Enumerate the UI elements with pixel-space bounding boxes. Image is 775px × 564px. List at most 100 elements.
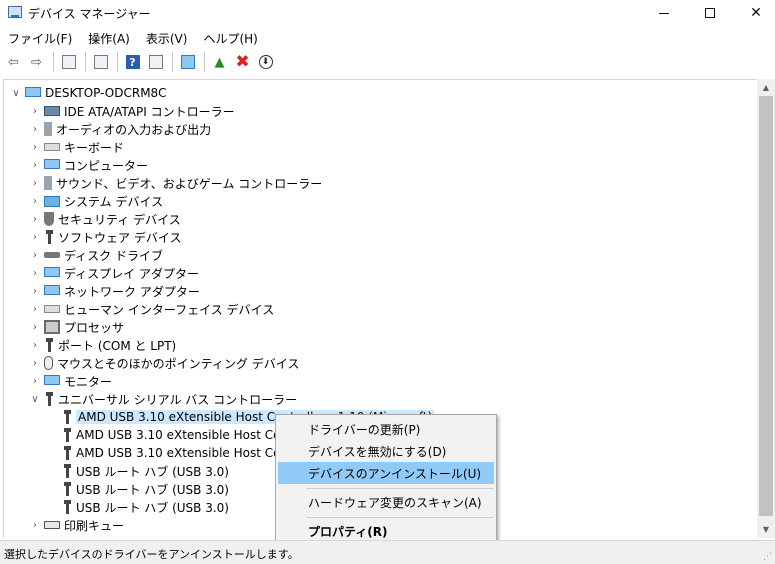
uninstall-button[interactable]: ✖	[232, 51, 253, 73]
back-button[interactable]: ⇦	[3, 51, 24, 73]
toolbar-separator	[172, 52, 173, 72]
tree-category-hid[interactable]: › ヒューマン インターフェイス デバイス	[28, 300, 274, 318]
ctx-item-label: デバイスを無効にする(D)	[308, 444, 447, 459]
ctx-item-label: デバイスのアンインストール(U)	[308, 466, 482, 481]
security-device-icon	[44, 212, 54, 226]
tree-category-system[interactable]: › システム デバイス	[28, 192, 163, 210]
expand-icon[interactable]: ›	[28, 376, 42, 387]
monitor-icon	[44, 374, 60, 385]
scroll-down-button[interactable]: ▼	[757, 521, 775, 538]
expand-icon[interactable]: ›	[28, 232, 42, 243]
tree-item-label: キーボード	[64, 140, 125, 155]
menu-help[interactable]: ヘルプ(H)	[195, 28, 265, 48]
tree-item-label: サウンド、ビデオ、およびゲーム コントローラー	[56, 176, 323, 191]
tree-category-display[interactable]: › ディスプレイ アダプター	[28, 264, 199, 282]
close-button[interactable]: ✕	[733, 0, 775, 26]
tree-category-computer[interactable]: › コンピューター	[28, 156, 148, 174]
expand-icon[interactable]: ›	[28, 178, 42, 189]
tree-item-label: セキュリティ デバイス	[58, 212, 181, 227]
minimize-button[interactable]	[641, 0, 687, 26]
expand-icon[interactable]: ›	[28, 160, 42, 171]
menu-file[interactable]: ファイル(F)	[0, 28, 80, 48]
expand-icon[interactable]: ›	[28, 286, 42, 297]
view-icon	[148, 55, 163, 69]
forward-button[interactable]: ⇨	[26, 51, 47, 73]
expand-icon[interactable]: ›	[28, 142, 42, 153]
expand-icon[interactable]: ›	[28, 250, 42, 261]
ctx-properties[interactable]: プロパティ(R)	[278, 520, 494, 542]
tree-device-usb-hub-1[interactable]: USB ルート ハブ (USB 3.0)	[60, 462, 229, 480]
tree-device-usb-hub-3[interactable]: USB ルート ハブ (USB 3.0)	[60, 498, 229, 516]
ctx-separator	[306, 517, 494, 518]
tree-category-port[interactable]: › ポート (COM と LPT)	[28, 336, 176, 354]
ctx-disable-device[interactable]: デバイスを無効にする(D)	[278, 440, 494, 462]
system-device-icon	[44, 195, 60, 207]
resize-grip-icon[interactable]: ⋰	[763, 552, 773, 562]
expand-icon[interactable]: ›	[28, 124, 42, 135]
scan-hardware-button[interactable]	[177, 51, 198, 73]
maximize-button[interactable]	[687, 0, 733, 26]
back-icon: ⇦	[8, 54, 19, 70]
collapse-icon[interactable]: ∨	[9, 88, 23, 99]
scroll-up-button[interactable]: ▲	[757, 79, 775, 96]
tree-item-label: モニター	[64, 374, 113, 389]
port-icon	[44, 338, 54, 352]
tree-category-usb[interactable]: ∨ ユニバーサル シリアル バス コントローラー	[28, 390, 297, 408]
tree-category-processor[interactable]: › プロセッサ	[28, 318, 124, 336]
tree-category-mouse[interactable]: › マウスとそのほかのポインティング デバイス	[28, 354, 299, 372]
tree-item-label: コンピューター	[64, 158, 149, 173]
status-bar: 選択したデバイスのドライバーをアンインストールします。 ⋰	[0, 540, 775, 564]
update-driver-button[interactable]: ▲	[209, 51, 230, 73]
expand-icon[interactable]: ›	[28, 106, 42, 117]
minimize-icon	[659, 12, 669, 14]
expand-icon[interactable]: ›	[28, 340, 42, 351]
tree-category-ide[interactable]: › IDE ATA/ATAPI コントローラー	[28, 102, 235, 120]
ctx-uninstall-device[interactable]: デバイスのアンインストール(U)	[278, 462, 494, 484]
details-button[interactable]	[90, 51, 111, 73]
expand-icon[interactable]: ›	[28, 358, 42, 369]
tree-item-label: ヒューマン インターフェイス デバイス	[64, 302, 275, 317]
network-adapter-icon	[44, 284, 60, 295]
collapse-icon[interactable]: ∨	[28, 394, 42, 405]
menu-view[interactable]: 表示(V)	[138, 28, 196, 48]
tree-item-label: USB ルート ハブ (USB 3.0)	[76, 482, 229, 497]
expand-icon[interactable]: ›	[28, 520, 42, 531]
details-icon	[93, 55, 108, 69]
tree-root[interactable]: ∨ DESKTOP-ODCRM8C	[9, 84, 166, 102]
tree-category-print-queue[interactable]: › 印刷キュー	[28, 516, 124, 534]
tree-category-audio-io[interactable]: › オーディオの入力および出力	[28, 120, 211, 138]
usb-icon	[62, 482, 72, 496]
scroll-thumb[interactable]	[759, 96, 773, 516]
tree-category-monitor[interactable]: › モニター	[28, 372, 112, 390]
context-menu: ドライバーの更新(P) デバイスを無効にする(D) デバイスのアンインストール(…	[275, 414, 497, 546]
help-button[interactable]: ?	[122, 51, 143, 73]
display-adapter-icon	[44, 266, 60, 277]
uninstall-icon: ✖	[235, 52, 250, 72]
tree-category-network[interactable]: › ネットワーク アダプター	[28, 282, 200, 300]
view-button[interactable]	[145, 51, 166, 73]
tree-category-keyboard[interactable]: › キーボード	[28, 138, 124, 156]
menu-action[interactable]: 操作(A)	[80, 28, 138, 48]
tree-device-usb-hub-2[interactable]: USB ルート ハブ (USB 3.0)	[60, 480, 229, 498]
vertical-scrollbar[interactable]: ▲ ▼	[757, 79, 775, 538]
expand-icon[interactable]: ›	[28, 268, 42, 279]
expand-icon[interactable]: ›	[28, 304, 42, 315]
mouse-icon	[44, 356, 53, 370]
expand-icon[interactable]: ›	[28, 322, 42, 333]
sound-icon	[44, 176, 52, 190]
expand-icon[interactable]: ›	[28, 214, 42, 225]
tree-category-disk[interactable]: › ディスク ドライブ	[28, 246, 163, 264]
tree-category-software[interactable]: › ソフトウェア デバイス	[28, 228, 181, 246]
computer-icon	[25, 86, 41, 97]
disk-drive-icon	[44, 252, 60, 258]
download-button[interactable]: ⬇	[255, 51, 276, 73]
properties-button[interactable]	[58, 51, 79, 73]
expand-icon[interactable]: ›	[28, 196, 42, 207]
tree-category-security[interactable]: › セキュリティ デバイス	[28, 210, 181, 228]
toolbar-separator	[117, 52, 118, 72]
update-driver-icon: ▲	[214, 54, 225, 70]
ctx-update-driver[interactable]: ドライバーの更新(P)	[278, 418, 494, 440]
print-queue-icon	[44, 521, 60, 529]
tree-category-sound[interactable]: › サウンド、ビデオ、およびゲーム コントローラー	[28, 174, 322, 192]
ctx-scan-hardware[interactable]: ハードウェア変更のスキャン(A)	[278, 491, 494, 513]
